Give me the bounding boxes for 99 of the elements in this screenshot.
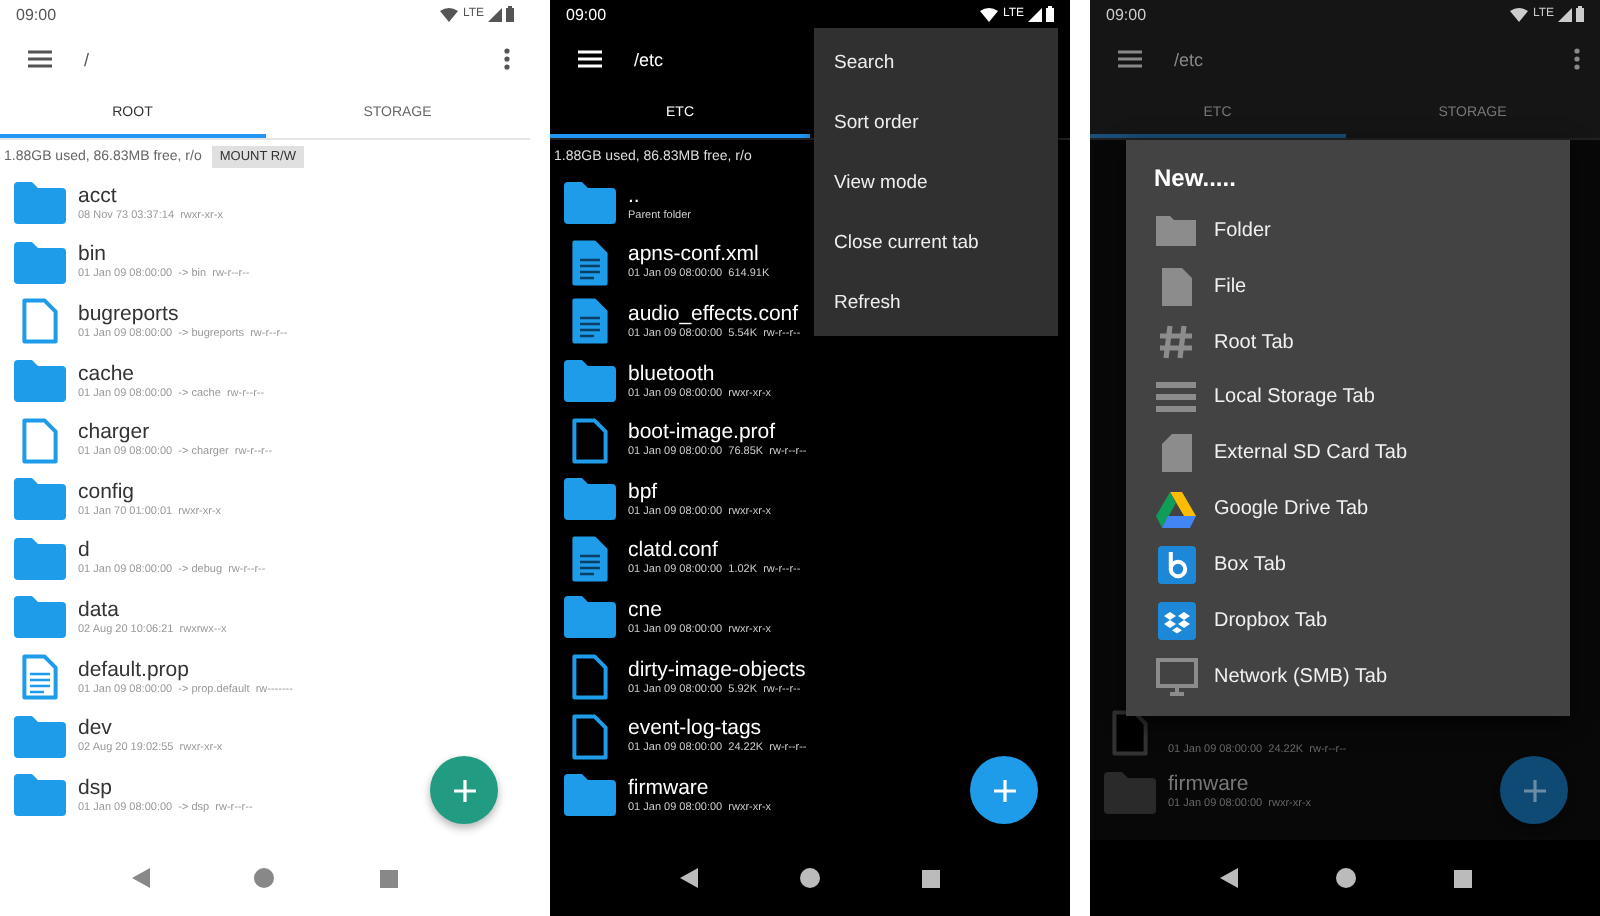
plus-icon (453, 779, 475, 801)
folder-icon (1156, 214, 1196, 247)
document-icon (572, 298, 608, 345)
plus-icon (1523, 779, 1545, 801)
menu-item[interactable]: Refresh (814, 272, 1058, 332)
sd-card-icon (1161, 434, 1191, 473)
recents-icon[interactable] (1453, 869, 1471, 887)
status-time: 09:00 (566, 5, 607, 23)
recents-icon[interactable] (921, 869, 940, 887)
file-name: bin (78, 242, 109, 267)
dialog-option[interactable]: File (1154, 258, 1542, 315)
dropbox-logo-icon (1157, 601, 1195, 640)
file-icon (22, 298, 58, 345)
folder-icon (564, 182, 616, 225)
path-title: /etc (634, 49, 664, 69)
menu-item[interactable]: Sort order (814, 92, 1058, 152)
menu-item[interactable]: Close current tab (814, 212, 1058, 272)
file-name: bpf (628, 479, 660, 504)
file-name: event-log-tags (628, 716, 764, 741)
file-name: clatd.conf (628, 538, 720, 563)
folder-icon (14, 360, 66, 403)
file-name: default.prop (78, 657, 191, 682)
dialog-option[interactable]: Folder (1154, 202, 1542, 259)
folder-icon (14, 478, 66, 521)
folder-icon (564, 774, 616, 817)
signal-icon (1558, 7, 1572, 21)
wifi-icon (1510, 7, 1529, 21)
folder-icon (14, 715, 66, 758)
more-icon[interactable] (504, 48, 510, 70)
file-name: dirty-image-objects (628, 657, 806, 682)
status-time: 09:00 (16, 5, 57, 23)
dialog-option[interactable]: External SD Card Tab (1154, 425, 1542, 482)
monitor-icon (1155, 657, 1197, 696)
folder-icon (564, 478, 616, 521)
file-icon (1161, 267, 1191, 306)
battery-icon (506, 6, 514, 22)
battery-icon (1046, 6, 1054, 22)
home-icon[interactable] (799, 868, 820, 888)
file-name: firmware (628, 775, 711, 800)
file-name: cne (628, 597, 664, 622)
wifi-icon (980, 7, 999, 21)
more-icon[interactable] (1574, 48, 1580, 70)
folder-icon (564, 596, 616, 639)
folder-icon (14, 596, 66, 639)
drive-logo-icon (1156, 491, 1196, 528)
file-name: audio_effects.conf (628, 301, 801, 326)
dialog-title: New..... (1154, 161, 1238, 196)
file-name: bugreports (78, 301, 181, 326)
signal-icon (1028, 7, 1042, 21)
file-name: data (78, 597, 121, 622)
box-logo-icon (1157, 545, 1195, 584)
dialog-option[interactable]: Dropbox Tab (1154, 592, 1542, 649)
folder-icon (14, 241, 66, 284)
document-icon (572, 535, 608, 582)
folder-icon (14, 537, 66, 580)
add-button[interactable] (970, 756, 1038, 824)
status-time: 09:00 (1106, 5, 1147, 23)
file-name: bluetooth (628, 361, 717, 386)
file-icon (572, 417, 608, 464)
wifi-icon (440, 7, 459, 21)
file-name: firmware (1168, 772, 1251, 797)
file-icon (1112, 710, 1148, 757)
document-icon (22, 654, 58, 701)
file-name: boot-image.prof (628, 420, 778, 445)
signal-icon (488, 7, 502, 21)
folder-icon (14, 774, 66, 817)
back-icon[interactable] (1219, 868, 1237, 888)
dialog-option[interactable]: Local Storage Tab (1154, 369, 1542, 426)
plus-icon (993, 779, 1015, 801)
document-icon (572, 239, 608, 286)
folder-icon (564, 360, 616, 403)
dialog-option[interactable]: Box Tab (1154, 536, 1542, 593)
file-icon (572, 713, 608, 760)
file-name: config (78, 479, 137, 504)
file-name: acct (78, 183, 119, 208)
hash-icon (1158, 324, 1194, 361)
file-name: .. (628, 183, 642, 208)
file-name: cache (78, 361, 137, 386)
menu-icon[interactable] (28, 50, 52, 68)
dialog-option[interactable]: Google Drive Tab (1154, 481, 1542, 537)
menu-item[interactable]: Search (814, 32, 1058, 92)
battery-icon (1576, 6, 1584, 22)
file-icon (572, 654, 608, 701)
file-name: d (78, 538, 92, 563)
menu-item[interactable]: View mode (814, 152, 1058, 212)
file-name: dev (78, 716, 114, 741)
storage-icon (1156, 380, 1196, 415)
file-name: dsp (78, 775, 114, 800)
folder-icon (1104, 771, 1156, 814)
file-name: charger (78, 420, 152, 445)
folder-icon (14, 182, 66, 225)
dialog-option[interactable]: Root Tab (1154, 314, 1542, 370)
path-title: /etc (1174, 49, 1204, 69)
path-title: / (84, 49, 90, 69)
dialog-option[interactable]: Network (SMB) Tab (1154, 648, 1542, 704)
file-name: apns-conf.xml (628, 242, 761, 267)
file-icon (22, 417, 58, 464)
home-icon[interactable] (1335, 868, 1355, 888)
back-icon[interactable] (680, 868, 699, 888)
